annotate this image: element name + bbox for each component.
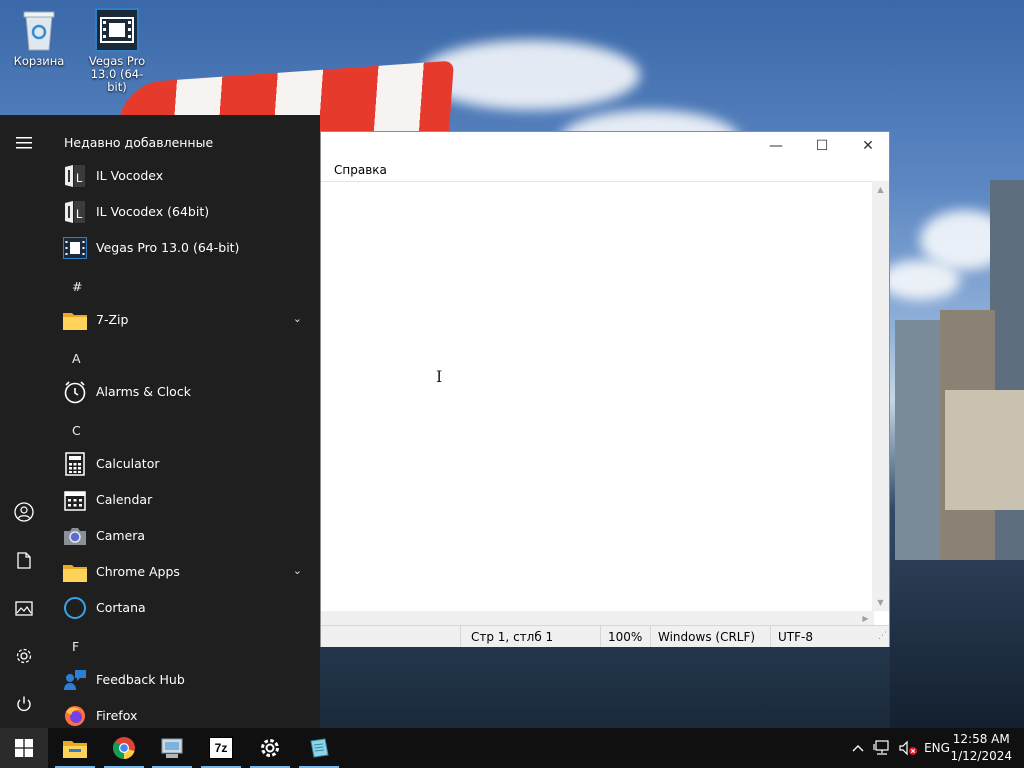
close-button[interactable]: ✕	[845, 132, 891, 160]
folder-icon	[63, 308, 87, 332]
taskbar-file-explorer[interactable]	[51, 728, 99, 768]
start-rail	[0, 115, 48, 728]
scroll-down-icon[interactable]: ▼	[872, 594, 889, 611]
documents-icon[interactable]	[0, 536, 48, 584]
file-explorer-icon	[63, 741, 87, 758]
notepad-title-bar[interactable]: — ☐ ✕	[321, 132, 889, 160]
chevron-down-icon: ⌄	[292, 564, 302, 577]
folder-icon	[63, 560, 87, 584]
notepad-icon	[310, 738, 329, 758]
cortana-icon	[63, 596, 87, 620]
clock-time: 12:58 AM	[952, 732, 1010, 746]
7zip-icon: 7z	[209, 737, 233, 759]
app-item-vegas-pro[interactable]: Vegas Pro 13.0 (64-bit)	[48, 230, 320, 266]
group-header-hash[interactable]: #	[72, 279, 82, 294]
chevron-down-icon: ⌄	[292, 312, 302, 325]
windows-logo-icon	[15, 739, 33, 757]
menu-help[interactable]: Справка	[334, 163, 387, 177]
resize-grip-icon[interactable]: ⋰	[878, 631, 887, 641]
pictures-icon[interactable]	[0, 584, 48, 632]
status-zoom: 100%	[608, 630, 643, 644]
group-header-c[interactable]: C	[72, 423, 81, 438]
volume-muted-icon[interactable]	[897, 728, 919, 768]
control-panel-icon	[161, 738, 183, 758]
settings-icon[interactable]	[0, 632, 48, 680]
feedback-hub-icon	[63, 668, 87, 692]
desktop-icon-label: Vegas Pro 13.0 (64-bit)	[88, 54, 146, 94]
user-account-icon[interactable]	[0, 488, 48, 536]
app-item-chrome-apps[interactable]: Chrome Apps ⌄	[48, 554, 320, 590]
notepad-status-bar: Стр 1, стлб 1 100% Windows (CRLF) UTF-8 …	[321, 625, 889, 647]
app-item-feedback-hub[interactable]: Feedback Hub	[48, 662, 320, 698]
notepad-menu-bar: Справка	[321, 160, 889, 180]
vegas-pro-icon	[95, 8, 139, 52]
taskbar-7zip[interactable]: 7z	[197, 728, 245, 768]
app-item-camera[interactable]: Camera	[48, 518, 320, 554]
app-item-calendar[interactable]: Calendar	[48, 482, 320, 518]
status-encoding: UTF-8	[778, 630, 813, 644]
start-menu: Недавно добавленные L IL Vocodex L IL Vo…	[0, 115, 320, 728]
svg-text:L: L	[76, 171, 83, 185]
network-icon[interactable]	[872, 728, 892, 768]
settings-icon	[261, 739, 279, 757]
minimize-button[interactable]: —	[753, 132, 799, 160]
chrome-icon	[113, 737, 135, 759]
group-header-a[interactable]: A	[72, 351, 81, 366]
app-item-il-vocodex-64bit[interactable]: L IL Vocodex (64bit)	[48, 194, 320, 230]
maximize-button[interactable]: ☐	[799, 132, 845, 160]
start-button[interactable]	[0, 728, 48, 768]
scroll-right-icon[interactable]: ▶	[857, 611, 874, 625]
app-list[interactable]: Недавно добавленные L IL Vocodex L IL Vo…	[48, 115, 320, 728]
taskbar-notepad[interactable]	[295, 728, 343, 768]
taskbar-settings[interactable]	[246, 728, 294, 768]
clock-date: 1/12/2024	[950, 749, 1012, 763]
calculator-icon	[63, 452, 87, 476]
clock[interactable]: 12:58 AM 1/12/2024	[950, 731, 1012, 765]
group-header-f[interactable]: F	[72, 639, 79, 654]
power-icon[interactable]	[0, 680, 48, 728]
status-line-endings: Windows (CRLF)	[658, 630, 756, 644]
text-cursor-icon: I	[436, 367, 443, 386]
notepad-text-area[interactable]	[321, 181, 874, 612]
app-item-firefox[interactable]: Firefox	[48, 698, 320, 728]
status-cursor-position: Стр 1, стлб 1	[471, 630, 554, 644]
app-item-cortana[interactable]: Cortana	[48, 590, 320, 626]
calendar-icon	[63, 488, 87, 512]
taskbar-chrome[interactable]	[100, 728, 148, 768]
app-item-7zip[interactable]: 7-Zip ⌄	[48, 302, 320, 338]
desktop-icon-vegas-pro[interactable]: Vegas Pro 13.0 (64-bit)	[81, 8, 153, 94]
show-hidden-icons-chevron-up-icon[interactable]	[850, 728, 866, 768]
desktop-icon-recycle-bin[interactable]: Корзина	[3, 8, 75, 68]
alarm-clock-icon	[63, 380, 87, 404]
horizontal-scrollbar[interactable]: ▶	[321, 611, 874, 625]
taskbar-control-panel[interactable]	[148, 728, 196, 768]
app-item-calculator[interactable]: Calculator	[48, 446, 320, 482]
scroll-up-icon[interactable]: ▲	[872, 181, 889, 198]
il-vocodex-icon: L	[63, 164, 87, 188]
recently-added-header: Недавно добавленные	[64, 135, 214, 150]
recycle-bin-icon	[17, 8, 61, 52]
taskbar: 7z ENG 12:58 AM 1/12/2024	[0, 728, 1024, 768]
language-indicator[interactable]: ENG	[922, 728, 952, 768]
svg-text:L: L	[76, 207, 83, 221]
il-vocodex-icon: L	[63, 200, 87, 224]
notepad-window: — ☐ ✕ Справка ▲ ▼ ▶ Стр 1, стлб 1 100% W…	[320, 131, 890, 647]
app-item-il-vocodex[interactable]: L IL Vocodex	[48, 158, 320, 194]
vegas-pro-icon	[63, 236, 87, 260]
vertical-scrollbar[interactable]: ▲ ▼	[872, 181, 889, 611]
camera-icon	[63, 524, 87, 548]
firefox-icon	[63, 704, 87, 728]
app-item-alarms-clock[interactable]: Alarms & Clock	[48, 374, 320, 410]
hamburger-menu-icon[interactable]	[0, 119, 48, 167]
desktop-icon-label: Корзина	[13, 54, 65, 68]
